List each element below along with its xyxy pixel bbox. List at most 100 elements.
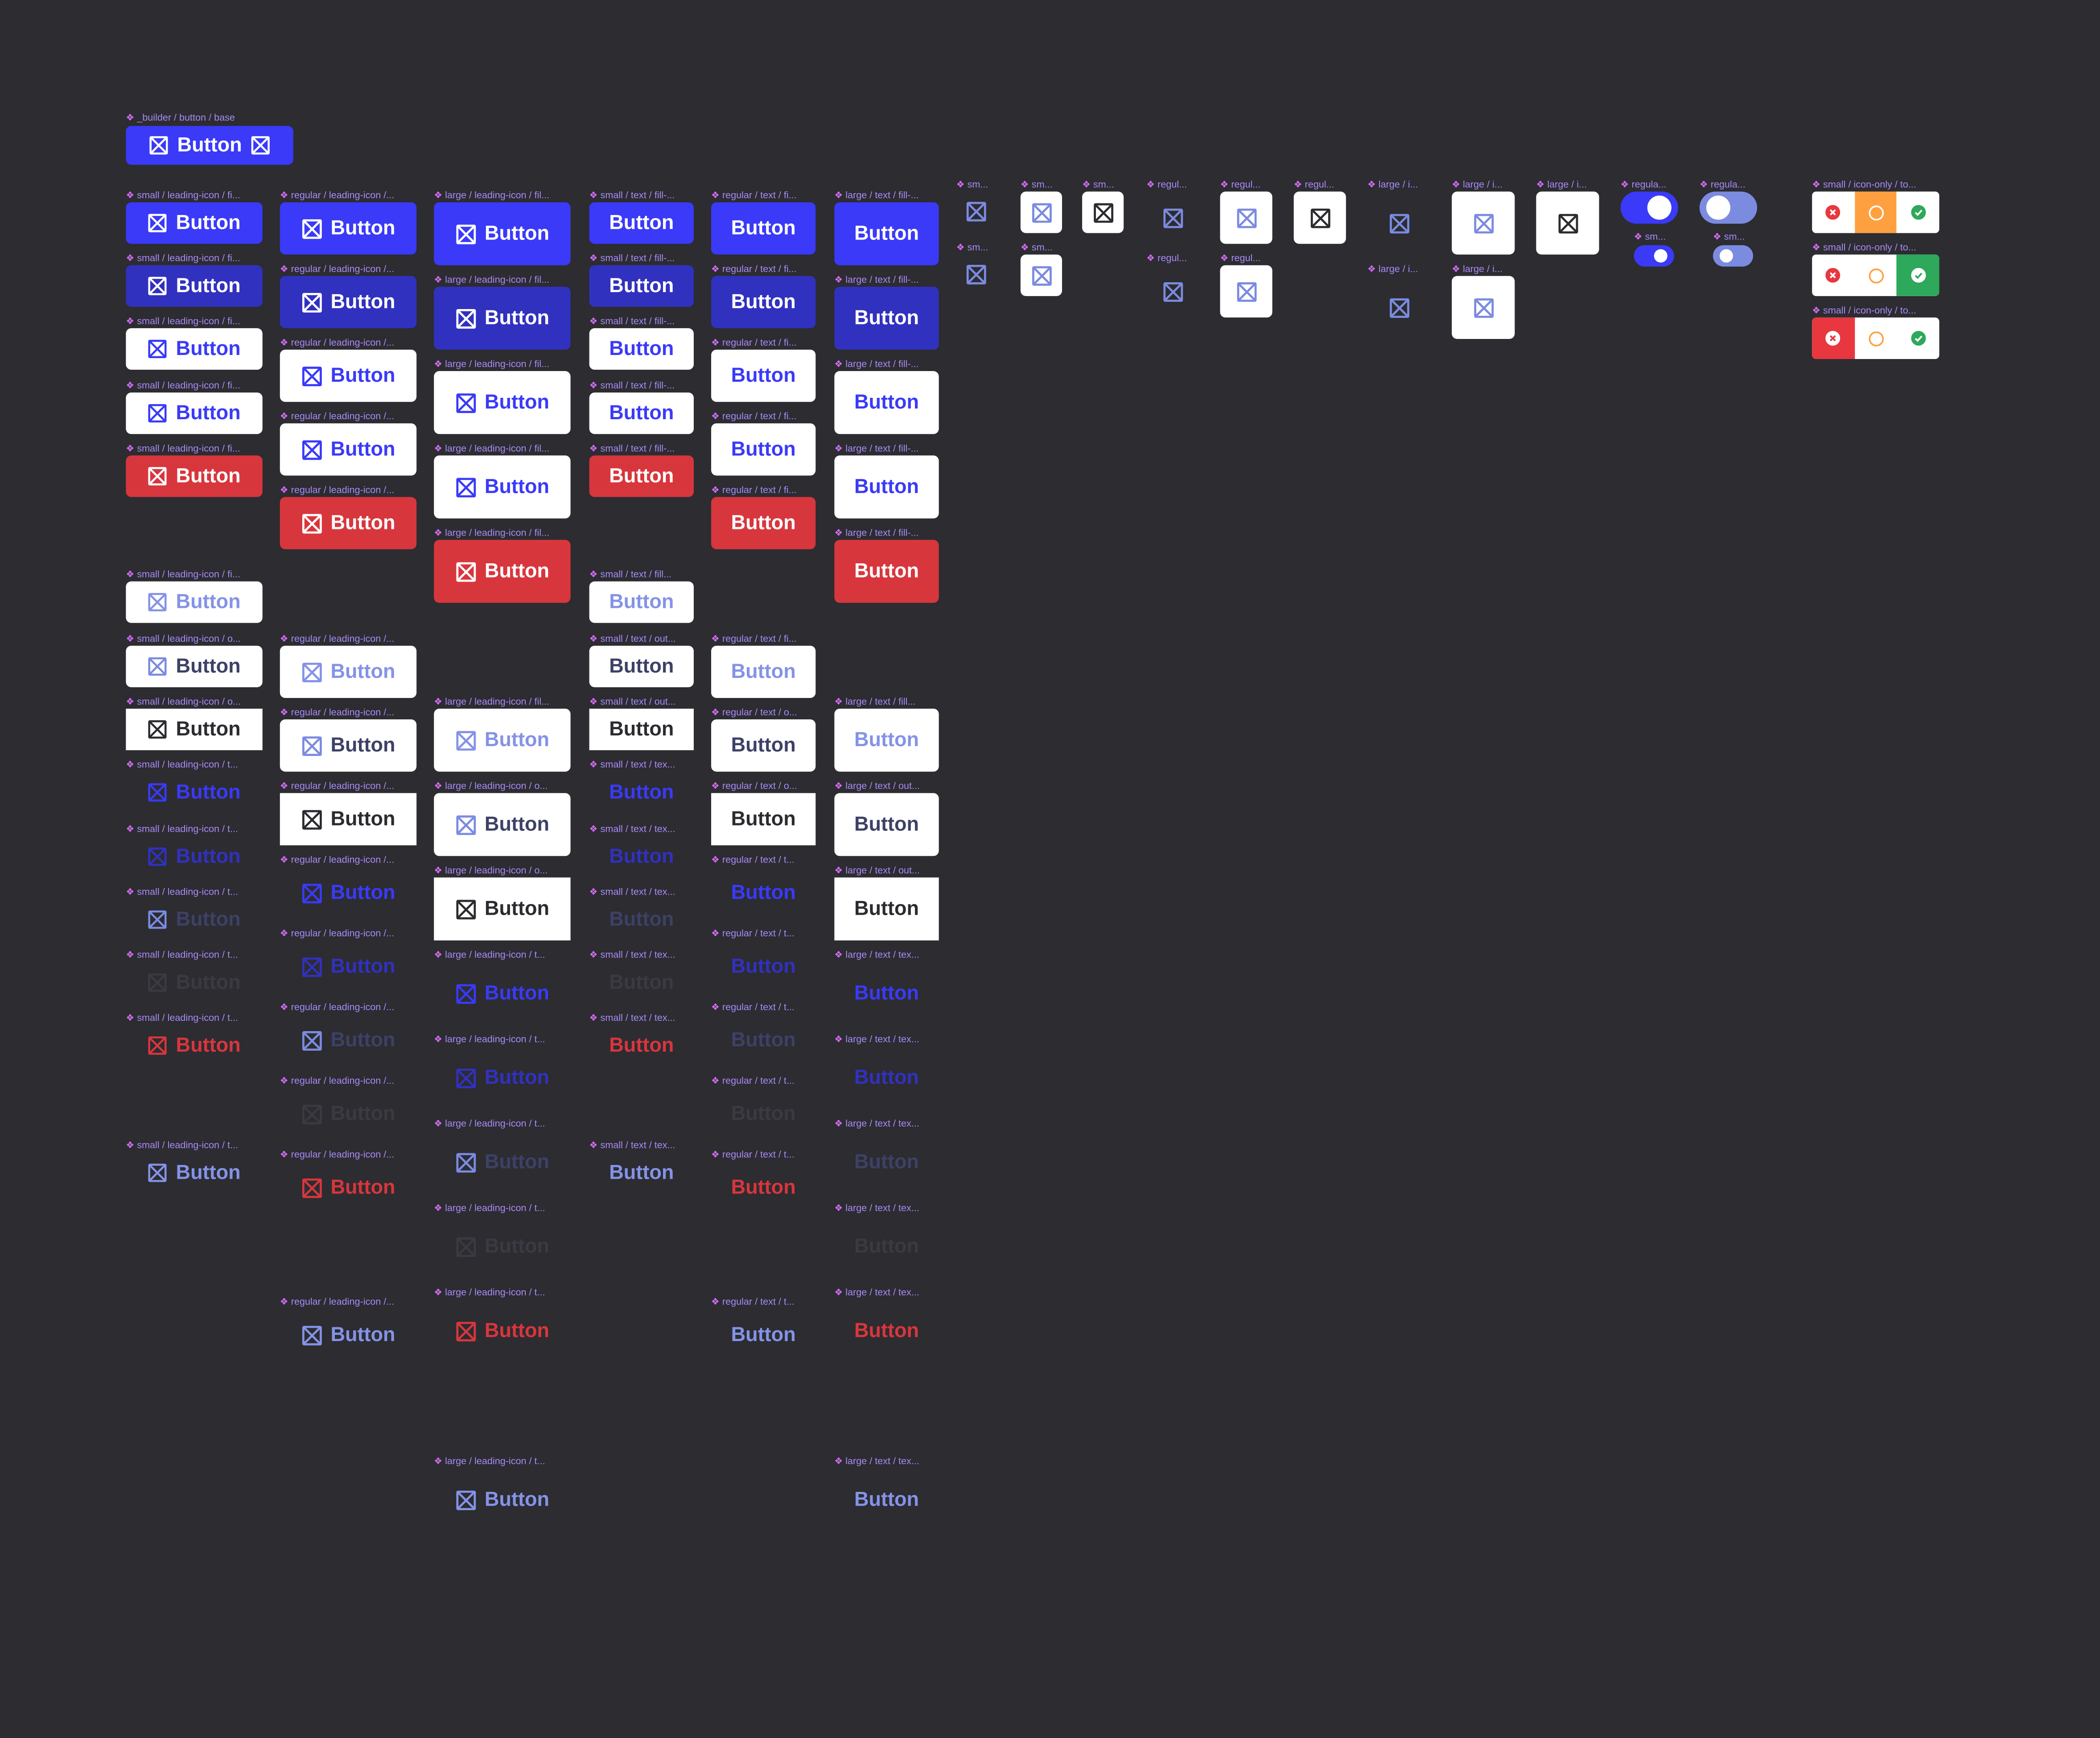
large-text-disabled-button[interactable]: Button <box>834 709 939 772</box>
large-text-textPressed-button[interactable]: Button <box>834 1046 939 1109</box>
small-text-outline-button[interactable]: Button <box>589 645 694 687</box>
regular-text-white-button[interactable]: Button <box>711 349 816 402</box>
regular-leading-icon-textDisabled-button[interactable]: Button <box>280 1014 416 1066</box>
large-leading-icon-red-button[interactable]: Button <box>434 540 571 603</box>
icon-only-button[interactable] <box>966 201 987 223</box>
large-leading-icon-textLight-button[interactable]: Button <box>434 1468 570 1531</box>
small-text-textDisabled-button[interactable]: Button <box>589 899 694 941</box>
large-leading-icon-focus-button[interactable]: Button <box>434 877 571 941</box>
small-text-focus-button[interactable]: Button <box>589 709 694 751</box>
regular-leading-icon-red-button[interactable]: Button <box>280 497 417 549</box>
small-text-text-button[interactable]: Button <box>589 772 694 813</box>
small-text-pressed-button[interactable]: Button <box>589 265 694 307</box>
small-text-white-button[interactable]: Button <box>589 328 694 370</box>
small-leading-icon-fill-button[interactable]: Button <box>126 202 263 244</box>
segment-success[interactable] <box>1897 192 1939 233</box>
regular-leading-icon-disabled-button[interactable]: Button <box>280 645 417 698</box>
large-leading-icon-textFaint-button[interactable]: Button <box>434 1215 570 1278</box>
regular-text-textRed-button[interactable]: Button <box>711 1161 815 1214</box>
small-leading-icon-textLight-button[interactable]: Button <box>126 1152 262 1193</box>
large-text-outline-button[interactable]: Button <box>834 793 939 856</box>
status-segmented-control[interactable] <box>1812 191 1939 233</box>
small-leading-icon-textFaint-button[interactable]: Button <box>126 962 262 1003</box>
icon-only-button[interactable] <box>1536 191 1599 255</box>
regular-leading-icon-white-button[interactable]: Button <box>280 349 417 402</box>
large-leading-icon-text-button[interactable]: Button <box>434 962 570 1025</box>
regular-text-disabled-button[interactable]: Button <box>711 645 816 698</box>
small-text-textLight-button[interactable]: Button <box>589 1152 694 1193</box>
large-leading-icon-textPressed-button[interactable]: Button <box>434 1046 570 1109</box>
small-leading-icon-textPressed-button[interactable]: Button <box>126 836 262 877</box>
large-leading-icon-outline-button[interactable]: Button <box>434 793 571 856</box>
segment-error[interactable] <box>1812 192 1854 233</box>
toggle-on[interactable] <box>1634 245 1674 267</box>
small-text-fill-button[interactable]: Button <box>589 202 694 244</box>
large-text-textRed-button[interactable]: Button <box>834 1300 939 1362</box>
small-leading-icon-disabled-button[interactable]: Button <box>126 581 263 623</box>
regular-leading-icon-fill-button[interactable]: Button <box>280 202 417 255</box>
small-text-textFaint-button[interactable]: Button <box>589 962 694 1003</box>
segment-error[interactable] <box>1812 255 1854 296</box>
regular-text-white-button[interactable]: Button <box>711 423 816 476</box>
icon-only-button[interactable] <box>966 264 987 285</box>
regular-text-pressed-button[interactable]: Button <box>711 276 816 328</box>
icon-only-button[interactable] <box>1020 254 1062 296</box>
large-text-red-button[interactable]: Button <box>834 540 939 603</box>
regular-leading-icon-textRed-button[interactable]: Button <box>280 1161 416 1214</box>
regular-leading-icon-textPressed-button[interactable]: Button <box>280 941 416 993</box>
large-text-fill-button[interactable]: Button <box>834 202 939 265</box>
small-leading-icon-pressed-button[interactable]: Button <box>126 265 263 307</box>
small-leading-icon-white-button[interactable]: Button <box>126 328 263 370</box>
icon-only-button[interactable] <box>1020 191 1062 233</box>
regular-leading-icon-textFaint-button[interactable]: Button <box>280 1088 416 1140</box>
large-leading-icon-fill-button[interactable]: Button <box>434 202 571 265</box>
small-text-white-button[interactable]: Button <box>589 392 694 434</box>
small-text-red-button[interactable]: Button <box>589 455 694 497</box>
icon-only-button[interactable] <box>1388 296 1410 319</box>
large-text-textLight-button[interactable]: Button <box>834 1468 939 1531</box>
segment-success[interactable] <box>1897 254 1939 296</box>
large-leading-icon-white-button[interactable]: Button <box>434 371 571 434</box>
toggle-off[interactable] <box>1713 245 1753 267</box>
regular-leading-icon-focus-button[interactable]: Button <box>280 793 417 846</box>
builder-base-button[interactable]: Button <box>126 126 293 165</box>
large-leading-icon-textDisabled-button[interactable]: Button <box>434 1131 570 1193</box>
regular-text-outline-button[interactable]: Button <box>711 719 816 772</box>
icon-only-button[interactable] <box>1293 191 1346 244</box>
small-text-disabled-button[interactable]: Button <box>589 581 694 623</box>
regular-text-fill-button[interactable]: Button <box>711 202 816 255</box>
small-leading-icon-focus-button[interactable]: Button <box>126 709 263 751</box>
regular-leading-icon-pressed-button[interactable]: Button <box>280 276 417 328</box>
toggle-on[interactable] <box>1620 191 1678 224</box>
small-leading-icon-textDisabled-button[interactable]: Button <box>126 899 262 941</box>
icon-only-button[interactable] <box>1082 191 1124 233</box>
large-leading-icon-white-button[interactable]: Button <box>434 455 571 519</box>
small-text-textPressed-button[interactable]: Button <box>589 836 694 877</box>
large-text-pressed-button[interactable]: Button <box>834 286 939 350</box>
regular-text-textPressed-button[interactable]: Button <box>711 941 815 993</box>
regular-text-red-button[interactable]: Button <box>711 497 816 549</box>
regular-text-focus-button[interactable]: Button <box>711 793 816 846</box>
icon-only-button[interactable] <box>1220 191 1272 244</box>
segment-success[interactable] <box>1897 318 1939 359</box>
toggle-off[interactable] <box>1699 191 1757 224</box>
regular-leading-icon-outline-button[interactable]: Button <box>280 719 417 772</box>
segment-pending[interactable] <box>1854 255 1897 296</box>
icon-only-button[interactable] <box>1220 265 1272 318</box>
large-leading-icon-textRed-button[interactable]: Button <box>434 1300 570 1362</box>
large-text-white-button[interactable]: Button <box>834 455 939 519</box>
large-text-white-button[interactable]: Button <box>834 371 939 434</box>
status-segmented-control[interactable] <box>1812 254 1939 296</box>
icon-only-button[interactable] <box>1161 280 1184 303</box>
segment-pending[interactable] <box>1854 191 1897 233</box>
regular-text-textLight-button[interactable]: Button <box>711 1309 815 1361</box>
regular-leading-icon-text-button[interactable]: Button <box>280 867 416 919</box>
icon-only-button[interactable] <box>1452 191 1515 255</box>
segment-error[interactable] <box>1812 317 1855 359</box>
small-leading-icon-outline-button[interactable]: Button <box>126 645 263 687</box>
large-text-textFaint-button[interactable]: Button <box>834 1215 939 1278</box>
large-text-text-button[interactable]: Button <box>834 962 939 1025</box>
large-text-focus-button[interactable]: Button <box>834 877 939 941</box>
regular-text-textDisabled-button[interactable]: Button <box>711 1014 815 1066</box>
small-leading-icon-red-button[interactable]: Button <box>126 455 263 497</box>
